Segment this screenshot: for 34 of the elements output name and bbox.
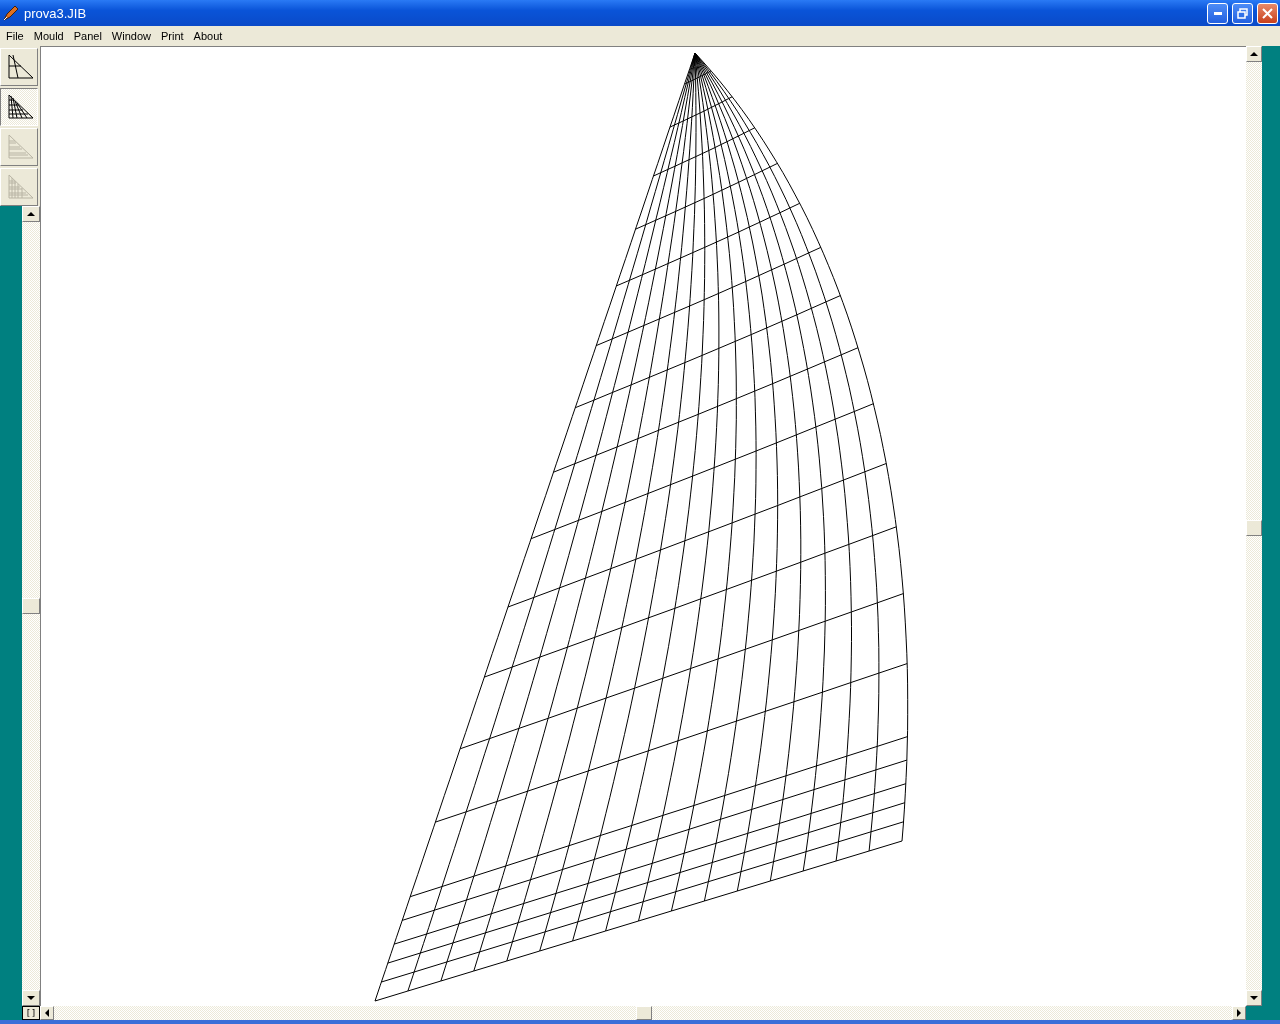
minimize-button[interactable] (1207, 2, 1228, 24)
scroll-thumb[interactable] (1246, 520, 1262, 536)
triangle-up-icon (27, 211, 35, 217)
scroll-thumb[interactable] (636, 1006, 652, 1020)
scroll-right-button[interactable] (1232, 1006, 1246, 1020)
window-title: prova3.JIB (24, 5, 88, 21)
vertical-scrollbar[interactable] (22, 206, 40, 1006)
triangle-down-icon (27, 995, 35, 1001)
scroll-up-button[interactable] (22, 206, 40, 222)
tool-button[interactable] (0, 88, 38, 126)
split-button[interactable]: [] (22, 1006, 40, 1020)
horizontal-scrollbar[interactable] (40, 1006, 1246, 1020)
scroll-up-button[interactable] (1246, 46, 1262, 62)
close-button[interactable] (1257, 2, 1278, 24)
menu-item[interactable]: Print (155, 30, 189, 42)
triangle-up-icon (1250, 51, 1258, 57)
triangle-right-icon (1236, 1009, 1242, 1017)
scroll-down-button[interactable] (1246, 990, 1262, 1006)
menu-item[interactable]: Mould (28, 30, 69, 42)
scroll-down-button[interactable] (22, 990, 40, 1006)
menu-item[interactable]: Window (106, 30, 156, 42)
restore-button[interactable] (1232, 2, 1253, 24)
minimize-icon (1213, 11, 1222, 15)
menu-item[interactable]: File (1, 30, 29, 42)
triangle-down-icon (1250, 995, 1258, 1001)
scroll-thumb[interactable] (22, 598, 40, 614)
restore-icon (1237, 7, 1248, 19)
menu-item[interactable]: Panel (68, 30, 107, 42)
close-icon (1262, 7, 1273, 19)
menu-item[interactable]: About (188, 30, 228, 42)
pen-icon (2, 4, 20, 22)
vertical-scrollbar[interactable] (1246, 46, 1262, 1006)
scroll-left-button[interactable] (40, 1006, 54, 1020)
triangle-left-icon (44, 1009, 50, 1017)
